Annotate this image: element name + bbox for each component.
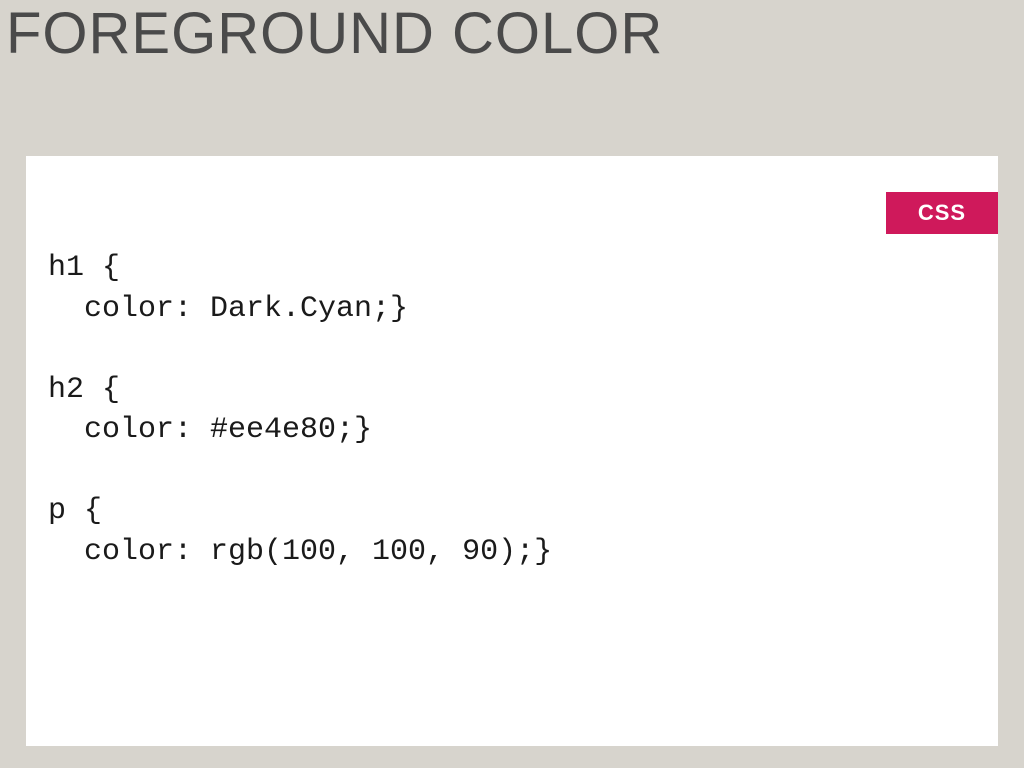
code-card: CSS h1 { color: Dark.Cyan;} h2 { color: …	[26, 156, 998, 746]
slide-title: FOREGROUND COLOR	[6, 0, 663, 67]
code-block: h1 { color: Dark.Cyan;} h2 { color: #ee4…	[48, 248, 552, 572]
language-badge: CSS	[886, 192, 998, 234]
